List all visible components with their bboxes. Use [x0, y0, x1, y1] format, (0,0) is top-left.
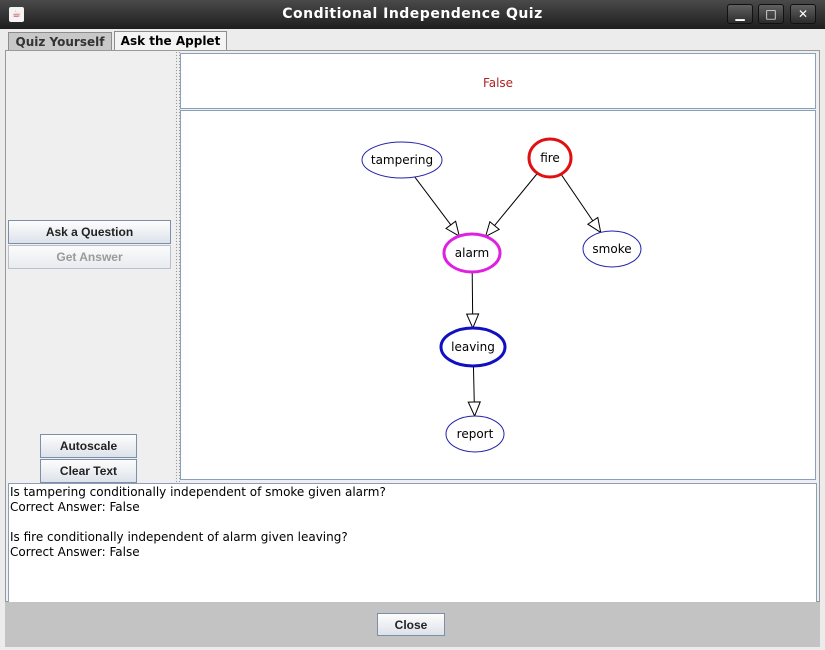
- answer-panel: False: [180, 53, 816, 109]
- tab-quiz-yourself[interactable]: Quiz Yourself: [8, 32, 112, 51]
- node-label: smoke: [592, 242, 631, 256]
- maximize-button[interactable]: □: [758, 4, 784, 24]
- node-fire[interactable]: fire: [527, 137, 573, 179]
- get-answer-button[interactable]: Get Answer: [8, 245, 171, 269]
- node-tampering[interactable]: tampering: [361, 141, 443, 179]
- title-bar: ☕ Conditional Independence Quiz ▁ □ ✕: [0, 0, 825, 29]
- answer-text: False: [482, 76, 514, 90]
- node-smoke[interactable]: smoke: [582, 230, 642, 268]
- log-line: Is fire conditionally independent of ala…: [10, 530, 348, 544]
- node-report[interactable]: report: [445, 415, 505, 453]
- close-button[interactable]: Close: [377, 613, 445, 636]
- left-control-panel: Ask a Question Get Answer Autoscale Clea…: [6, 51, 174, 511]
- autoscale-button[interactable]: Autoscale: [40, 434, 137, 458]
- edge-fire-alarm: [484, 172, 538, 238]
- window-content: Quiz Yourself Ask the Applet Ask a Quest…: [0, 29, 825, 650]
- ask-question-button[interactable]: Ask a Question: [8, 220, 171, 244]
- log-line: Correct Answer: False: [10, 500, 140, 514]
- minimize-button[interactable]: ▁: [727, 4, 753, 24]
- tab-ask-the-applet[interactable]: Ask the Applet: [114, 31, 227, 52]
- edge-leaving-report: [467, 365, 482, 418]
- arrowhead-icon: [586, 216, 602, 234]
- edge-tampering-alarm: [414, 176, 461, 238]
- log-line: Correct Answer: False: [10, 545, 140, 559]
- node-alarm[interactable]: alarm: [442, 232, 502, 274]
- log-line: Is tampering conditionally independent o…: [10, 485, 386, 499]
- close-window-button[interactable]: ✕: [790, 4, 816, 24]
- bottom-bar: Close: [5, 602, 820, 647]
- node-leaving[interactable]: leaving: [439, 326, 507, 368]
- node-label: tampering: [371, 153, 433, 167]
- clear-text-button[interactable]: Clear Text: [40, 459, 137, 483]
- output-log[interactable]: Is tampering conditionally independent o…: [8, 483, 817, 603]
- node-label: report: [457, 427, 494, 441]
- belief-network-graph[interactable]: tampering fire alarm smoke leaving report: [181, 111, 815, 479]
- window-title: Conditional Independence Quiz: [282, 6, 543, 22]
- arrowhead-icon: [484, 220, 501, 238]
- arrowhead-icon: [465, 313, 480, 330]
- node-label: alarm: [455, 246, 489, 260]
- tab-content-panel: Ask a Question Get Answer Autoscale Clea…: [5, 50, 820, 603]
- belief-network-canvas[interactable]: tampering fire alarm smoke leaving report: [180, 110, 816, 480]
- edge-alarm-leaving: [465, 271, 480, 330]
- arrowhead-icon: [445, 220, 461, 238]
- node-label: leaving: [451, 340, 495, 354]
- node-label: fire: [540, 151, 560, 165]
- arrowhead-icon: [467, 401, 482, 418]
- edge-fire-smoke: [560, 173, 602, 234]
